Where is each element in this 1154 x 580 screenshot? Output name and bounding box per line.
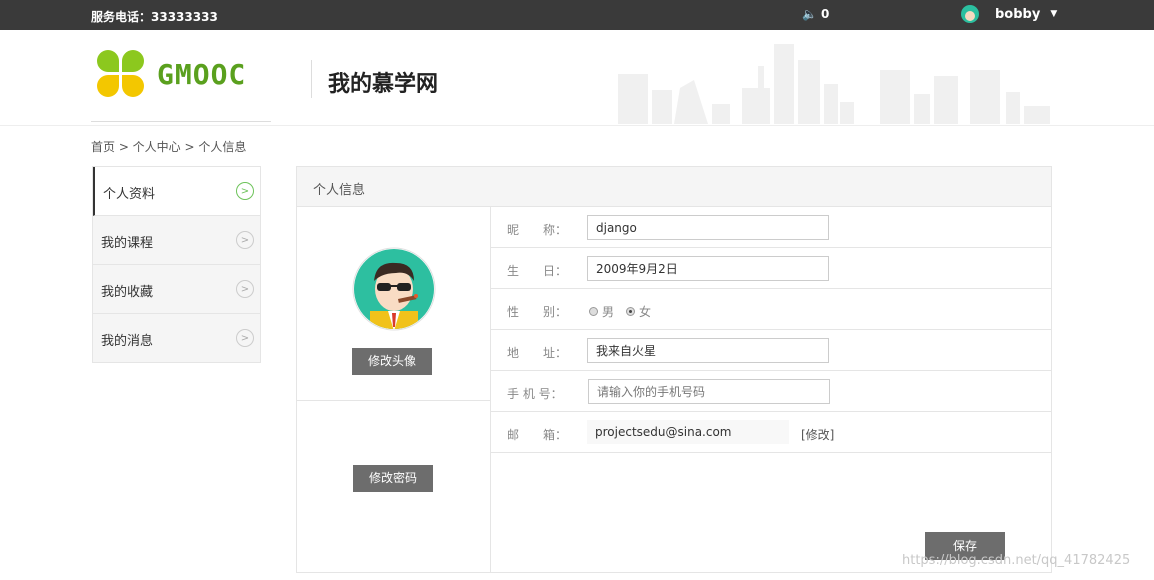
mobile-input[interactable] [588,379,830,404]
nickname-row: 昵 称： [491,207,1051,248]
chevron-right-icon: > [236,329,254,347]
speaker-icon: 🔈 [802,7,817,21]
chevron-right-icon: > [236,182,254,200]
gender-row: 性 别： 男 女 [491,289,1051,330]
sidebar-item-label: 我的收藏 [101,285,154,300]
sidebar-item-courses[interactable]: 我的课程 > [93,216,260,265]
profile-panel: 个人信息 修改头像 修改密码 昵 称： django 生 日： 2009年9月2… [296,166,1052,573]
city-skyline-image [618,44,1050,124]
user-menu[interactable]: bobby ▼ [961,5,1057,23]
avatar-section: 修改头像 [297,207,490,401]
sidebar-nav: 个人资料 > 我的课程 > 我的收藏 > 我的消息 > [92,166,261,363]
change-avatar-button[interactable]: 修改头像 [352,348,432,375]
edit-email-link[interactable]: [修改] [801,426,834,443]
gender-radio-group: 男 女 [589,303,651,320]
birthday-input[interactable] [587,256,829,281]
panel-title: 个人信息 [297,167,1051,207]
notification-count: 0 [820,7,830,21]
mobile-label: 手 机 号： [507,387,563,401]
nickname-label: 昵 称： [507,223,568,237]
caret-down-icon: ▼ [1050,9,1058,19]
sidebar-item-profile[interactable]: 个人资料 > [93,167,260,216]
birthday-row: 生 日： [491,248,1051,289]
nickname-input[interactable] [587,215,829,240]
change-password-button[interactable]: 修改密码 [353,465,433,492]
logo-underline [91,121,271,122]
radio-checked-icon [626,307,636,316]
gender-female-label: 女 [639,305,652,319]
logo-mark-icon [97,50,147,98]
birthday-label: 生 日： [507,264,568,278]
sidebar-item-messages[interactable]: 我的消息 > [93,314,260,363]
logo-text: GMOOC [157,57,247,91]
site-logo[interactable]: GMOOC [97,50,246,98]
sidebar-item-label: 个人资料 [103,187,156,202]
watermark-text: https://blog.csdn.net/qq_41782425 [902,553,1131,568]
profile-form: 昵 称： 生 日： 性 别： 男 女 地 址： [491,207,1051,560]
avatar-column: 修改头像 修改密码 [297,207,491,573]
mobile-row: 手 机 号： [491,371,1051,412]
header-divider [311,60,312,98]
radio-unchecked-icon [589,307,598,316]
address-input[interactable] [587,338,829,363]
sidebar-item-label: 我的消息 [101,334,154,349]
user-avatar [961,5,979,23]
sidebar-item-favorites[interactable]: 我的收藏 > [93,265,260,314]
top-bar: 服务电话：33333333 🔈 0 bobby ▼ [0,0,1154,30]
gender-female-radio[interactable]: 女 [626,303,651,320]
email-label: 邮 箱： [507,428,568,442]
address-row: 地 址： [491,330,1051,371]
site-title: 我的慕学网 [328,72,439,97]
sidebar-item-label: 我的课程 [101,236,154,251]
site-header: GMOOC 我的慕学网 [0,30,1154,126]
notification-button[interactable]: 🔈 0 [802,7,829,21]
address-label: 地 址： [507,346,568,360]
chevron-right-icon: > [236,280,254,298]
breadcrumb[interactable]: 首页 > 个人中心 > 个人信息 [91,138,246,155]
chevron-right-icon: > [236,231,254,249]
gender-male-label: 男 [602,305,615,319]
gender-male-radio[interactable]: 男 [589,303,614,320]
service-phone: 服务电话：33333333 [91,10,218,24]
email-row: 邮 箱： projectsedu@sina.com [修改] [491,412,1051,453]
user-name: bobby [995,6,1041,22]
gender-label: 性 别： [507,305,568,319]
email-value: projectsedu@sina.com [587,420,789,444]
user-avatar-large [352,247,436,331]
